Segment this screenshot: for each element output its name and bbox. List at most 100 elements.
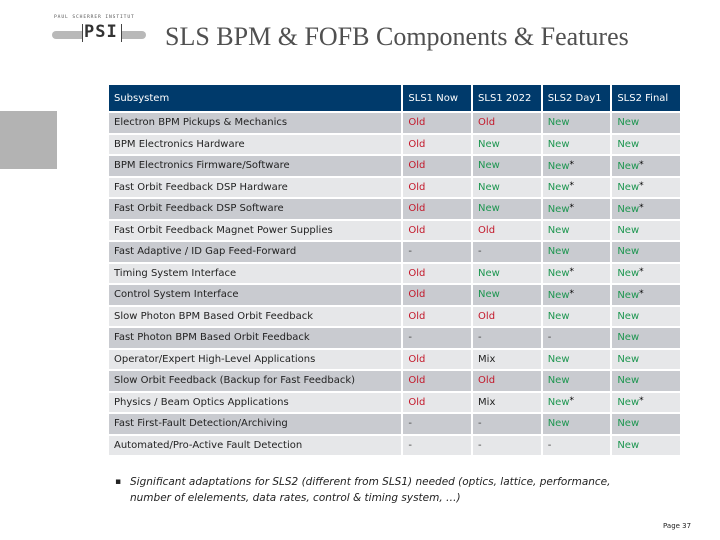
status-cell: New (612, 306, 680, 326)
status-cell: - (473, 328, 541, 348)
status-cell: Old (473, 113, 541, 133)
status-value: New* (617, 288, 644, 301)
table-body: Electron BPM Pickups & Mechanics Old Old Ne… (109, 113, 680, 455)
status-cell: New* (612, 285, 680, 305)
header-subsystem: Subsystem (109, 85, 402, 111)
subsystem-cell: Fast Orbit Feedback Magnet Power Supplie… (109, 220, 402, 240)
status-value: New* (547, 267, 574, 280)
status-cell: Old (403, 263, 472, 283)
status-cell: New* (612, 156, 680, 176)
footnote-text: Significant adaptations for SLS2 (differ… (130, 476, 611, 504)
status-value: New (547, 375, 570, 387)
table-row: Fast Orbit Feedback DSP Software Old New Ne… (109, 199, 680, 219)
status-cell: - (403, 414, 472, 434)
status-value: New* (547, 159, 574, 172)
table-row: Automated/Pro-Active Fault Detection - - - N… (109, 435, 680, 455)
header-sls1-2022: SLS1 2022 (473, 85, 541, 111)
status-value: New* (617, 159, 644, 172)
page-number: Page 37 (663, 522, 692, 530)
table-row: Physics / Beam Optics Applications Old Mix… (109, 392, 680, 412)
status-cell: New (612, 220, 680, 240)
subsystem-cell: Fast Adaptive / ID Gap Feed-Forward (109, 242, 402, 262)
status-value: Old (408, 353, 426, 365)
status-cell: - (473, 242, 541, 262)
logo-mark: PSI (84, 22, 118, 42)
subsystem-cell: Fast First-Fault Detection/Archiving (109, 414, 402, 434)
subsystem-cell: Slow Orbit Feedback (Backup for Fast Fee… (109, 371, 402, 391)
status-cell: New (473, 285, 541, 305)
status-cell: New (612, 371, 680, 391)
status-value: New (547, 418, 570, 430)
status-cell: Old (473, 306, 541, 326)
status-value: New (478, 267, 500, 279)
status-cell: New (612, 414, 680, 434)
status-cell: New (542, 371, 611, 391)
status-cell: New* (542, 177, 611, 197)
status-value: New (617, 375, 640, 387)
status-cell: Old (403, 134, 472, 154)
status-value: New* (617, 267, 644, 280)
status-cell: New (542, 134, 611, 154)
status-value: - (408, 418, 413, 430)
status-cell: New* (542, 263, 611, 283)
status-cell: Old (403, 392, 472, 412)
psi-logo: PAUL SCHERRER INSTITUT PSI (52, 15, 147, 57)
status-cell: Old (403, 285, 472, 305)
status-cell: New (542, 349, 611, 369)
status-value: Old (408, 310, 426, 322)
status-value: Old (478, 117, 496, 129)
header-sls2-day1: SLS2 Day1 (542, 85, 611, 111)
side-decor-block (0, 111, 57, 169)
status-value: New (617, 418, 640, 430)
status-value: Old (408, 160, 426, 172)
status-cell: New* (612, 392, 680, 412)
subsystem-cell: Fast Photon BPM Based Orbit Feedback (109, 328, 402, 348)
status-value: New (617, 117, 640, 129)
status-cell: - (473, 435, 541, 455)
status-cell: New (612, 435, 680, 455)
status-value: - (547, 439, 552, 451)
status-cell: New (473, 156, 541, 176)
header-sls2-final: SLS2 Final (612, 85, 680, 111)
status-value: New* (547, 288, 575, 301)
status-value: New (478, 203, 500, 215)
asterisk-mark: * (639, 202, 644, 213)
subsystem-cell: Slow Photon BPM Based Orbit Feedback (109, 306, 402, 326)
subsystem-cell: Fast Orbit Feedback DSP Software (109, 199, 402, 219)
bullet-icon: ▪ (115, 477, 122, 487)
asterisk-mark: * (569, 288, 575, 299)
table-row: Operator/Expert High-Level Applications O… (109, 349, 680, 369)
table-row: Fast Photon BPM Based Orbit Feedback - - - N… (109, 328, 680, 348)
status-cell: - (542, 328, 611, 348)
table-row: Fast Orbit Feedback DSP Hardware Old New Ne… (109, 177, 680, 197)
status-value: Old (408, 289, 426, 301)
table-row: Slow Photon BPM Based Orbit Feedback Old O… (109, 306, 680, 326)
table-row: Fast First-Fault Detection/Archiving - - Ne… (109, 414, 680, 434)
status-value: Old (408, 396, 426, 408)
subsystem-cell: Control System Interface (109, 285, 402, 305)
status-value: - (408, 246, 413, 258)
subsystem-cell: Automated/Pro-Active Fault Detection (109, 435, 402, 455)
status-cell: New* (612, 263, 680, 283)
status-value: New (547, 138, 570, 150)
table-row: Control System Interface Old New New* New* (109, 285, 680, 305)
status-value: New* (617, 181, 644, 194)
asterisk-mark: * (639, 396, 644, 407)
logo-institute-name: PAUL SCHERRER INSTITUT (54, 15, 135, 20)
status-cell: New (542, 113, 611, 133)
status-cell: - (403, 328, 472, 348)
table-row: Electron BPM Pickups & Mechanics Old Old Ne… (109, 113, 680, 133)
status-cell: New (612, 134, 680, 154)
status-cell: New* (612, 199, 680, 219)
status-value: Old (478, 224, 496, 236)
subsystem-cell: BPM Electronics Firmware/Software (109, 156, 402, 176)
status-cell: New (473, 263, 541, 283)
status-value: Old (478, 375, 496, 387)
status-cell: Mix (473, 349, 541, 369)
status-cell: Old (473, 220, 541, 240)
table-row: BPM Electronics Firmware/Software Old New N… (109, 156, 680, 176)
subsystem-cell: Operator/Expert High-Level Applications (109, 349, 402, 369)
asterisk-mark: * (639, 159, 644, 170)
status-cell: Old (403, 177, 472, 197)
subsystem-cell: Fast Orbit Feedback DSP Hardware (109, 177, 402, 197)
